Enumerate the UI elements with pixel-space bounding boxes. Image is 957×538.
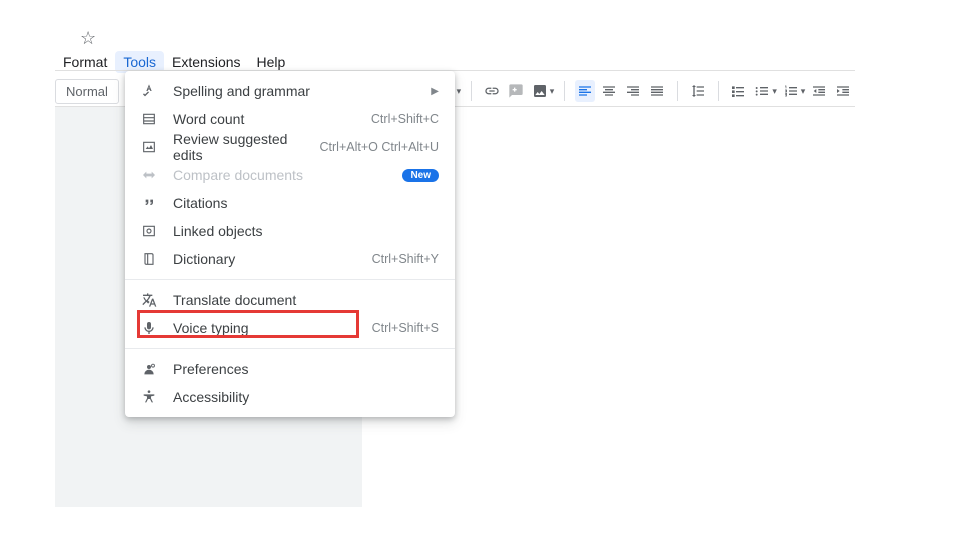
align-right-icon[interactable] xyxy=(623,80,643,102)
dictionary-icon xyxy=(139,251,159,267)
accessibility-icon xyxy=(139,389,159,405)
checklist-icon[interactable] xyxy=(729,80,749,102)
word-count-icon xyxy=(139,111,159,127)
menu-item-label: Translate document xyxy=(173,292,439,308)
menu-item-shortcut: Ctrl+Alt+O Ctrl+Alt+U xyxy=(320,140,439,154)
chevron-down-icon[interactable]: ▾ xyxy=(550,86,555,97)
align-center-icon[interactable] xyxy=(599,80,619,102)
new-badge: New xyxy=(402,169,439,182)
separator xyxy=(718,81,719,101)
increase-indent-icon[interactable] xyxy=(833,80,853,102)
paragraph-styles-select[interactable]: Normal xyxy=(55,79,119,104)
chevron-down-icon[interactable]: ▾ xyxy=(801,86,806,97)
linked-objects-icon xyxy=(139,223,159,239)
tools-voice-typing[interactable]: Voice typing Ctrl+Shift+S xyxy=(125,314,455,342)
line-spacing-icon[interactable] xyxy=(688,80,708,102)
menu-item-shortcut: Ctrl+Shift+C xyxy=(371,112,439,126)
translate-icon xyxy=(139,292,159,308)
menu-item-shortcut: Ctrl+Shift+Y xyxy=(372,252,439,266)
mic-icon xyxy=(139,320,159,336)
insert-link-icon[interactable] xyxy=(482,80,502,102)
chevron-down-icon[interactable]: ▾ xyxy=(772,86,777,97)
insert-image-icon[interactable] xyxy=(530,80,550,102)
tools-word-count[interactable]: Word count Ctrl+Shift+C xyxy=(125,105,455,133)
menu-item-label: Accessibility xyxy=(173,389,439,405)
chevron-down-icon[interactable]: ▾ xyxy=(457,86,462,97)
spellcheck-icon xyxy=(139,83,159,99)
preferences-icon xyxy=(139,361,159,377)
menu-item-shortcut: Ctrl+Shift+S xyxy=(372,321,439,335)
star-icon[interactable]: ☆ xyxy=(80,28,96,49)
tools-review-edits[interactable]: Review suggested edits Ctrl+Alt+O Ctrl+A… xyxy=(125,133,455,161)
compare-icon xyxy=(139,167,159,183)
decrease-indent-icon[interactable] xyxy=(809,80,829,102)
menu-item-label: Spelling and grammar xyxy=(173,83,421,99)
align-left-icon[interactable] xyxy=(575,80,595,102)
separator xyxy=(677,81,678,101)
bulleted-list-icon[interactable] xyxy=(752,80,772,102)
menu-separator xyxy=(125,348,455,349)
tools-dictionary[interactable]: Dictionary Ctrl+Shift+Y xyxy=(125,245,455,273)
separator xyxy=(471,81,472,101)
menu-item-label: Compare documents xyxy=(173,167,402,183)
numbered-list-icon[interactable] xyxy=(781,80,801,102)
menu-item-label: Citations xyxy=(173,195,439,211)
tools-citations[interactable]: Citations xyxy=(125,189,455,217)
menu-item-label: Voice typing xyxy=(173,320,362,336)
submenu-arrow-icon: ▶ xyxy=(431,86,439,97)
add-comment-icon[interactable] xyxy=(506,80,526,102)
align-justify-icon[interactable] xyxy=(647,80,667,102)
tools-linked-objects[interactable]: Linked objects xyxy=(125,217,455,245)
tools-accessibility[interactable]: Accessibility xyxy=(125,383,455,411)
separator xyxy=(564,81,565,101)
tools-preferences[interactable]: Preferences xyxy=(125,355,455,383)
menu-item-label: Review suggested edits xyxy=(173,131,310,163)
menu-item-label: Word count xyxy=(173,111,361,127)
tools-spelling-grammar[interactable]: Spelling and grammar ▶ xyxy=(125,77,455,105)
review-edits-icon xyxy=(139,139,159,155)
tools-translate-document[interactable]: Translate document xyxy=(125,286,455,314)
tools-compare-documents: Compare documents New xyxy=(125,161,455,189)
tools-dropdown: Spelling and grammar ▶ Word count Ctrl+S… xyxy=(125,71,455,417)
menu-item-label: Linked objects xyxy=(173,223,439,239)
menu-item-label: Dictionary xyxy=(173,251,362,267)
citations-icon xyxy=(139,195,159,211)
menu-item-label: Preferences xyxy=(173,361,439,377)
menu-separator xyxy=(125,279,455,280)
